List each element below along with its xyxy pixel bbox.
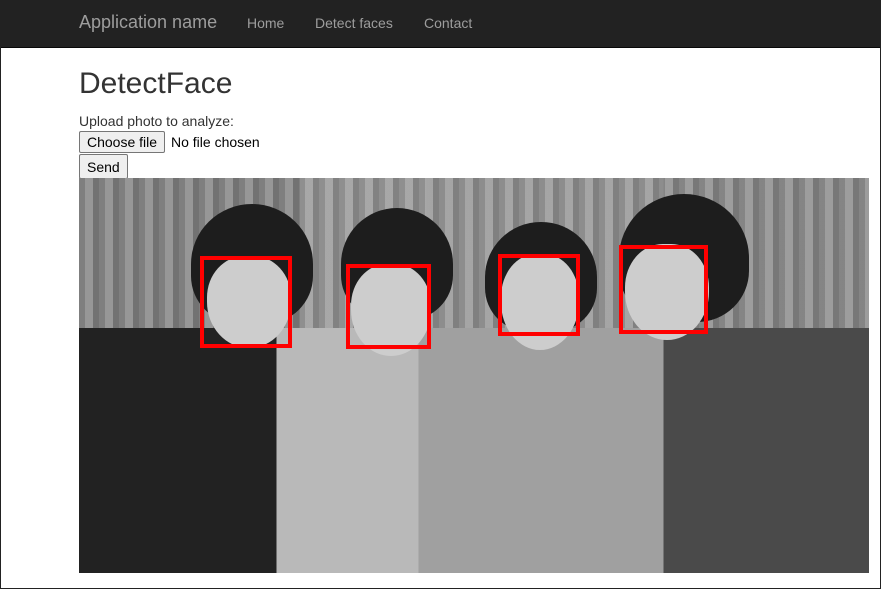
upload-label: Upload photo to analyze:	[79, 113, 234, 129]
choose-file-button[interactable]: Choose file	[79, 131, 166, 153]
browser-window: Application name Home Detect faces Conta…	[0, 0, 881, 589]
photo-heads	[79, 178, 869, 573]
analyzed-photo	[79, 178, 869, 573]
navbar: Application name Home Detect faces Conta…	[1, 1, 880, 48]
nav-contact[interactable]: Contact	[424, 15, 472, 31]
file-status: No file chosen	[171, 134, 260, 150]
face-box-1	[200, 256, 292, 348]
face-box-3	[498, 254, 580, 336]
page-title: DetectFace	[79, 67, 233, 100]
nav-detect-faces[interactable]: Detect faces	[315, 15, 393, 31]
brand-link[interactable]: Application name	[79, 12, 217, 33]
send-button[interactable]: Send	[79, 154, 128, 179]
face-box-4	[619, 245, 708, 334]
face-box-2	[346, 264, 431, 349]
nav-home[interactable]: Home	[247, 15, 284, 31]
